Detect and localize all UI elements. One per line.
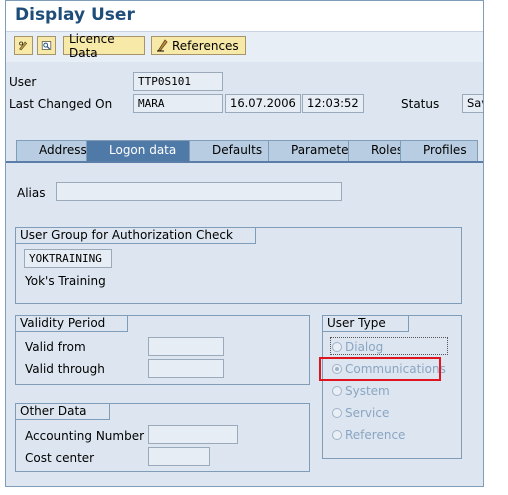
- title-bar: Display User: [6, 1, 483, 32]
- valid-from-field[interactable]: [148, 337, 224, 356]
- user-type-reference-radio[interactable]: Reference: [332, 428, 405, 442]
- page-title: Display User: [15, 5, 135, 25]
- user-group-field[interactable]: YOKTRAINING: [24, 249, 112, 268]
- validity-period-box: Validity Period Valid from Valid through: [15, 315, 310, 385]
- tab-defaults[interactable]: Defaults: [189, 140, 269, 161]
- references-icon: [157, 39, 168, 52]
- user-type-service-label: Service: [345, 406, 390, 420]
- user-group-title: User Group for Authorization Check: [15, 227, 256, 244]
- other-data-title: Other Data: [15, 403, 110, 420]
- user-type-system-label: System: [345, 384, 390, 398]
- application-toolbar: Licence Data References: [6, 32, 483, 62]
- changed-date-field[interactable]: 16.07.2006: [225, 94, 301, 113]
- tab-strip: Address Logon data Defaults Parameters R…: [6, 138, 483, 163]
- accounting-number-field[interactable]: [148, 425, 238, 444]
- user-group-description: Yok's Training: [25, 274, 106, 288]
- user-type-reference-label: Reference: [345, 428, 406, 442]
- alias-label: Alias: [17, 186, 46, 200]
- valid-through-field[interactable]: [148, 359, 224, 378]
- radio-circle-icon: [332, 386, 342, 396]
- radio-circle-icon: [332, 408, 342, 418]
- radio-circle-icon: [332, 430, 342, 440]
- changed-by-field[interactable]: MARA: [133, 94, 223, 113]
- user-label: User: [9, 75, 37, 89]
- user-type-service-radio[interactable]: Service: [332, 406, 389, 420]
- tab-profiles[interactable]: Profiles: [400, 140, 478, 161]
- references-label: References: [172, 38, 239, 53]
- changed-time-field[interactable]: 12:03:52: [302, 94, 364, 113]
- status-label: Status: [401, 97, 440, 111]
- cost-center-label: Cost center: [25, 451, 95, 465]
- cost-center-field[interactable]: [148, 447, 210, 466]
- status-field[interactable]: Sav: [462, 94, 483, 113]
- validity-period-title: Validity Period: [15, 315, 129, 332]
- references-button[interactable]: References: [151, 36, 246, 55]
- tab-logon-data[interactable]: Logon data: [86, 140, 190, 161]
- tab-address[interactable]: Address: [16, 140, 94, 161]
- user-group-box: User Group for Authorization Check YOKTR…: [15, 227, 462, 304]
- magnifier-icon: [41, 41, 52, 50]
- user-type-system-radio[interactable]: System: [332, 384, 390, 398]
- change-display-button[interactable]: [14, 36, 33, 55]
- highlight-box: [319, 357, 441, 381]
- pencil-glasses-icon: [19, 41, 28, 51]
- user-type-title: User Type: [322, 315, 409, 332]
- other-user-button[interactable]: [37, 36, 56, 55]
- alias-field[interactable]: [56, 182, 342, 201]
- focus-outline: [330, 337, 448, 355]
- valid-through-label: Valid through: [25, 362, 105, 376]
- licence-data-label: Licence Data: [69, 31, 115, 60]
- tab-parameters[interactable]: Parameters: [268, 140, 360, 161]
- accounting-number-label: Accounting Number: [25, 429, 145, 443]
- last-changed-label: Last Changed On: [9, 97, 113, 111]
- user-field[interactable]: TTP0S101: [133, 72, 223, 91]
- display-user-window: Display User Licence Data References Use…: [5, 0, 484, 487]
- other-data-box: Other Data Accounting Number Cost center: [15, 403, 310, 472]
- licence-data-button[interactable]: Licence Data: [63, 32, 145, 60]
- valid-from-label: Valid from: [25, 340, 86, 354]
